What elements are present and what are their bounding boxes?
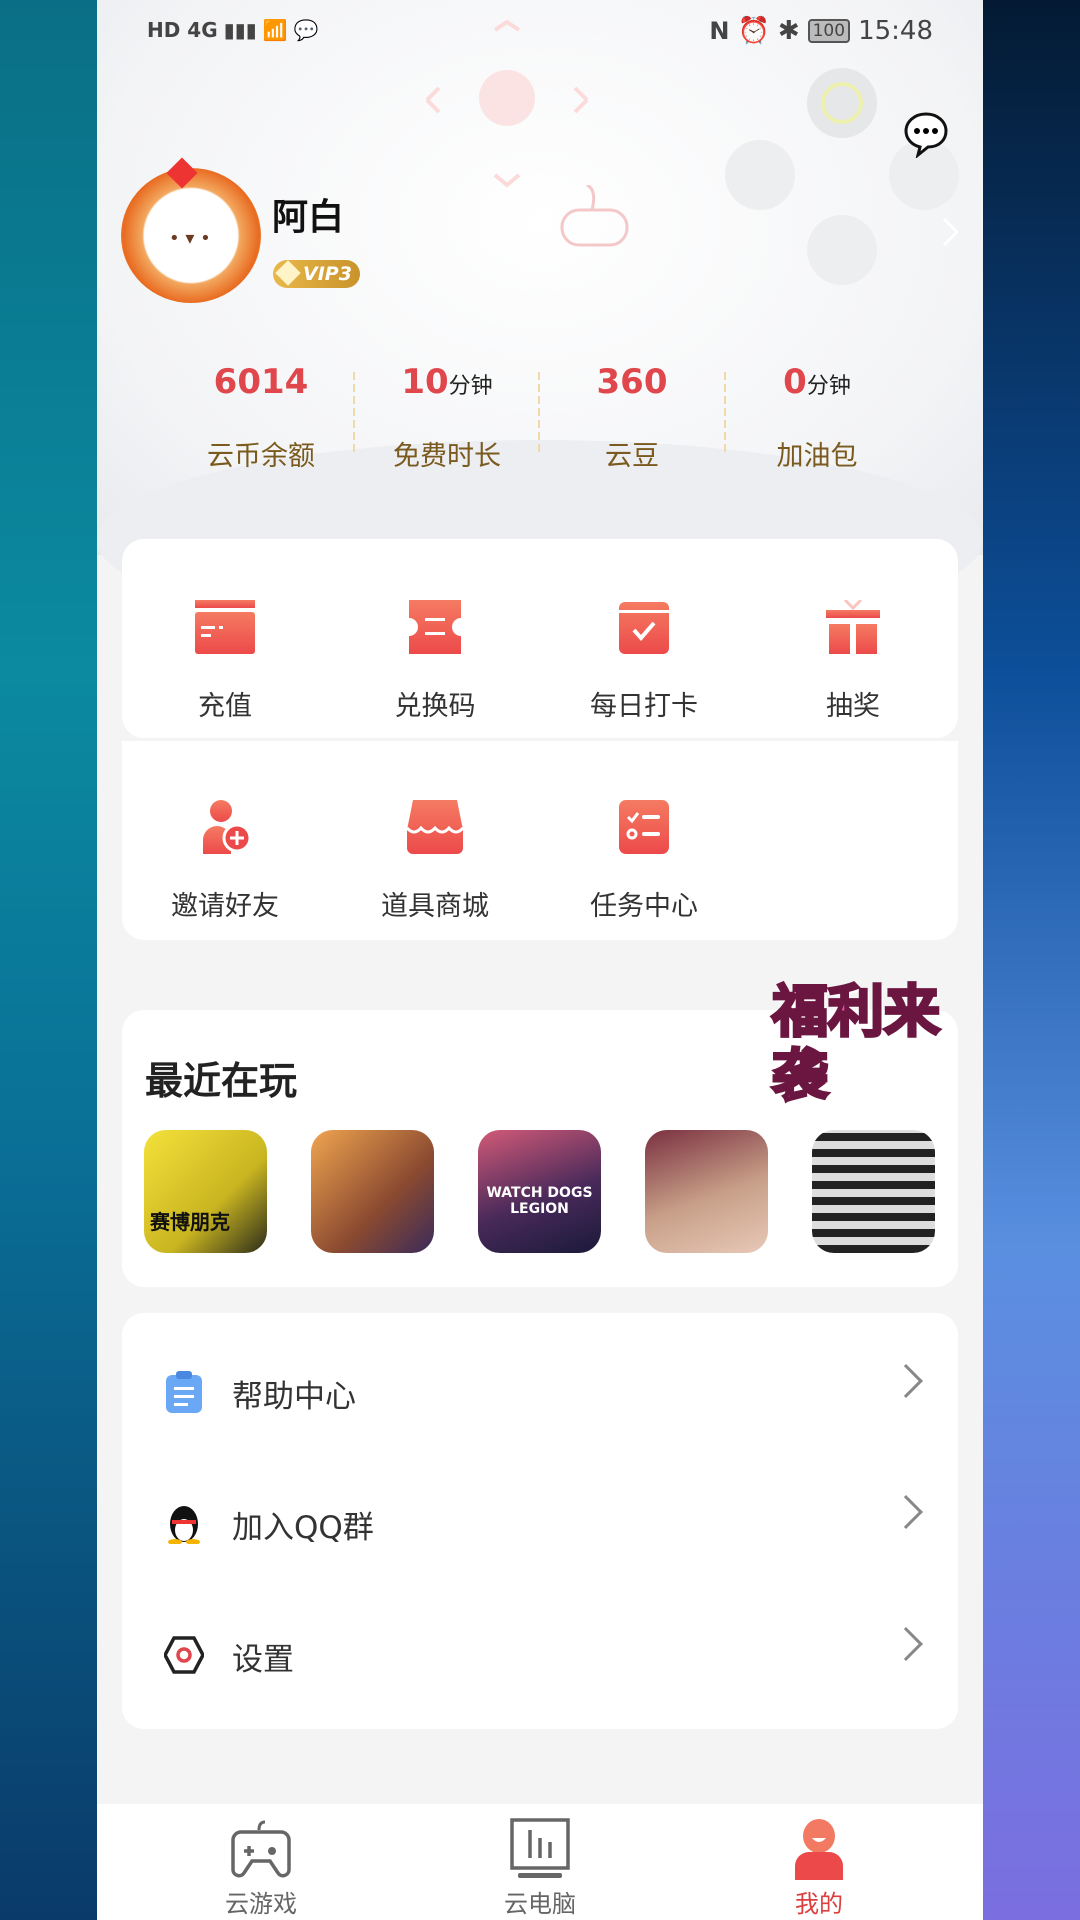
bluetooth-icon: ✱ <box>777 16 800 46</box>
network-indicator: HD 4G <box>147 18 218 42</box>
dpad-decoration-icon <box>425 20 589 188</box>
task-list-icon <box>619 800 669 854</box>
ticket-icon <box>409 600 461 654</box>
avatar[interactable]: • ▾ • <box>121 157 261 303</box>
game-title: 赛博朋克 <box>150 1210 230 1234</box>
grid-invite-friends[interactable]: 邀请好友 <box>135 800 315 923</box>
card-icon <box>195 600 255 654</box>
game-thumb-gta[interactable] <box>311 1130 434 1253</box>
tab-label: 云游戏 <box>225 1890 297 1918</box>
grid-task-center[interactable]: 任务中心 <box>554 800 734 923</box>
divider <box>538 372 540 452</box>
stat-unit: 分钟 <box>448 374 493 399</box>
game-thumb-watchdogs[interactable]: WATCH DOGS LEGION <box>478 1130 601 1253</box>
tab-cloud-pc[interactable]: 云电脑 <box>460 1818 620 1919</box>
chevron-right-icon <box>889 1364 923 1398</box>
add-user-icon <box>203 800 252 854</box>
nfc-icon: N <box>709 17 730 45</box>
clock: 15:48 <box>858 16 933 46</box>
tab-label: 我的 <box>795 1890 843 1918</box>
avatar-face: • ▾ • <box>169 228 211 249</box>
divider <box>724 372 726 452</box>
shop-icon <box>405 800 465 854</box>
recent-title: 最近在玩 <box>145 1059 298 1103</box>
battery-icon: 100 <box>807 19 851 43</box>
app-screen: HD 4G ▮▮▮ 📶 💬 N ⏰ ✱ 100 15:48 • ▾ • 阿白 V… <box>97 0 983 1920</box>
grid-redeem-code[interactable]: 兑换码 <box>345 600 525 723</box>
grid-label: 充值 <box>198 691 252 722</box>
calendar-check-icon <box>619 602 669 654</box>
stat-value: 360 <box>596 362 668 402</box>
person-icon <box>795 1819 843 1880</box>
grid-item-shop[interactable]: 道具商城 <box>345 800 525 923</box>
qq-penguin-icon <box>168 1506 200 1544</box>
vip-badge[interactable]: VIP3 <box>273 260 360 288</box>
game-thumb-anime-girl[interactable] <box>645 1130 768 1253</box>
wallpaper-right <box>982 0 1080 1920</box>
divider <box>353 372 355 452</box>
vip-level: VIP3 <box>303 263 352 285</box>
gamepad-decoration-icon <box>560 185 629 247</box>
grid-lottery[interactable]: 抽奖 <box>763 600 943 723</box>
stat-value: 0 <box>783 362 807 402</box>
grid-recharge[interactable]: 充值 <box>135 600 315 723</box>
gamepad-icon <box>231 1820 291 1878</box>
triangle-button-decoration <box>725 140 795 210</box>
alarm-icon: ⏰ <box>737 16 770 46</box>
grid-label: 邀请好友 <box>171 891 279 922</box>
menu-card: 帮助中心 加入QQ群 设置 <box>122 1313 958 1729</box>
game-thumb-anime-group[interactable] <box>812 1130 935 1253</box>
status-left: HD 4G ▮▮▮ 📶 💬 <box>147 18 318 42</box>
menu-label: 设置 <box>232 1642 294 1678</box>
clipboard-icon <box>166 1371 202 1413</box>
menu-label: 加入QQ群 <box>232 1510 374 1546</box>
stat-value: 6014 <box>213 362 309 402</box>
menu-label: 帮助中心 <box>232 1379 356 1415</box>
game-title: WATCH DOGS LEGION <box>486 1185 593 1217</box>
game-thumb-cyberpunk[interactable]: 赛博朋克 <box>144 1130 267 1253</box>
grid-label: 任务中心 <box>590 891 698 922</box>
chevron-right-icon <box>889 1495 923 1529</box>
stat-label: 免费时长 <box>393 441 501 472</box>
tab-mine[interactable]: 我的 <box>739 1818 899 1919</box>
settings-hexagon-icon <box>164 1636 204 1674</box>
chevron-right-icon <box>889 1627 923 1661</box>
grid-label: 道具商城 <box>381 891 489 922</box>
wallpaper-left <box>0 0 98 1920</box>
wechat-icon: 💬 <box>293 18 319 42</box>
menu-help-center[interactable]: 帮助中心 <box>122 1331 958 1451</box>
diamond-icon <box>275 260 301 286</box>
stat-unit: 分钟 <box>806 374 851 399</box>
stat-label: 云币余额 <box>207 441 315 472</box>
tab-label: 云电脑 <box>504 1890 576 1918</box>
stat-value: 10 <box>401 362 449 402</box>
username: 阿白 <box>272 197 345 238</box>
cross-button-decoration <box>807 215 877 285</box>
stat-label: 加油包 <box>776 441 858 472</box>
welfare-promo-badge[interactable]: 福利来袭 <box>771 965 947 1125</box>
grid-label: 每日打卡 <box>590 691 698 722</box>
tab-cloud-games[interactable]: 云游戏 <box>181 1818 341 1919</box>
menu-join-qq-group[interactable]: 加入QQ群 <box>122 1462 958 1582</box>
bottom-nav: 云游戏 云电脑 我的 <box>97 1804 983 1920</box>
gift-icon <box>826 600 880 654</box>
circle-button-decoration <box>807 68 877 138</box>
menu-settings[interactable]: 设置 <box>122 1594 958 1714</box>
grid-label: 抽奖 <box>826 691 880 722</box>
wifi-icon: 📶 <box>262 18 288 42</box>
grid-label: 兑换码 <box>394 691 476 722</box>
status-right: N ⏰ ✱ 100 15:48 <box>709 16 933 46</box>
message-icon[interactable] <box>902 110 950 158</box>
stat-label: 云豆 <box>605 441 659 472</box>
monitor-icon <box>510 1818 570 1878</box>
grid-daily-checkin[interactable]: 每日打卡 <box>554 600 734 723</box>
signal-icon: ▮▮▮ <box>223 18 257 42</box>
